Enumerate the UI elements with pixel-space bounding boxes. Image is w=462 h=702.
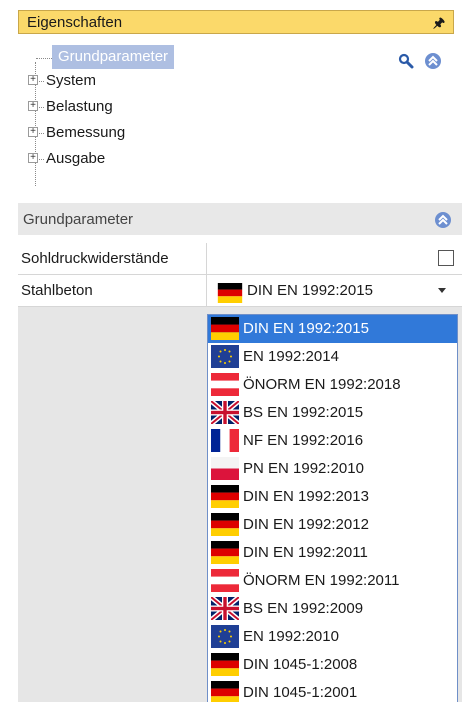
dropdown-option[interactable]: DIN EN 1992:2013: [208, 483, 457, 511]
flag-eu-icon: [211, 625, 239, 648]
property-row: Sohldruckwiderstände: [18, 243, 462, 275]
flag-germany-icon: [211, 653, 239, 676]
tree-item-label: Bemessung: [46, 124, 126, 141]
flag-uk-icon: [211, 597, 239, 620]
chevron-down-icon[interactable]: [438, 288, 446, 293]
dropdown-option[interactable]: DIN EN 1992:2011: [208, 539, 457, 567]
flag-austria-icon: [211, 373, 239, 396]
property-row: Stahlbeton DIN EN 1992:2015: [18, 275, 462, 307]
dropdown-option[interactable]: EN 1992:2010: [208, 623, 457, 651]
panel-title: Eigenschaften: [27, 14, 123, 31]
select-value: DIN EN 1992:2015: [247, 282, 373, 299]
expand-icon[interactable]: +: [28, 153, 38, 163]
flag-poland-icon: [211, 457, 239, 480]
dropdown-option[interactable]: BS EN 1992:2015: [208, 399, 457, 427]
stahlbeton-select[interactable]: DIN EN 1992:2015: [207, 275, 462, 306]
dropdown-option-label: BS EN 1992:2009: [243, 600, 364, 617]
section-title: Grundparameter: [23, 211, 134, 228]
tree-item-label: Ausgabe: [46, 150, 106, 167]
tree-item-label: Belastung: [46, 98, 113, 115]
expand-icon[interactable]: +: [28, 127, 38, 137]
property-label: Stahlbeton: [21, 282, 93, 299]
dropdown-option[interactable]: PN EN 1992:2010: [208, 455, 457, 483]
flag-eu-icon: [211, 345, 239, 368]
dropdown-option[interactable]: DIN EN 1992:2015: [208, 315, 457, 343]
expand-icon[interactable]: +: [28, 101, 38, 111]
dropdown-option[interactable]: ÖNORM EN 1992:2011: [208, 567, 457, 595]
flag-germany-icon: [211, 513, 239, 536]
flag-germany-icon: [211, 541, 239, 564]
dropdown-option-label: PN EN 1992:2010: [243, 460, 364, 477]
dropdown-option[interactable]: DIN EN 1992:2012: [208, 511, 457, 539]
flag-austria-icon: [211, 569, 239, 592]
flag-germany-icon: [211, 681, 239, 702]
dropdown-option-label: ÖNORM EN 1992:2018: [243, 376, 401, 393]
flag-germany-icon: [211, 317, 239, 340]
flag-france-icon: [211, 429, 239, 452]
dropdown-option-label: NF EN 1992:2016: [243, 432, 364, 449]
section-header-grundparameter[interactable]: Grundparameter: [18, 203, 462, 235]
dropdown-option-label: BS EN 1992:2015: [243, 404, 364, 421]
dropdown-option[interactable]: NF EN 1992:2016: [208, 427, 457, 455]
dropdown-option-label: EN 1992:2014: [243, 348, 339, 365]
dropdown-option-label: DIN EN 1992:2011: [243, 544, 368, 561]
dropdown-option-label: DIN EN 1992:2015: [243, 320, 369, 337]
dropdown-option[interactable]: ÖNORM EN 1992:2018: [208, 371, 457, 399]
collapse-up-icon[interactable]: [424, 52, 442, 70]
flag-germany-icon: [211, 485, 239, 508]
dropdown-option[interactable]: DIN 1045-1:2008: [208, 651, 457, 679]
flag-uk-icon: [211, 401, 239, 424]
dropdown-option-label: DIN EN 1992:2013: [243, 488, 369, 505]
properties-title-bar: Eigenschaften 🖈: [18, 10, 454, 34]
dropdown-option[interactable]: EN 1992:2014: [208, 343, 457, 371]
expand-icon[interactable]: +: [28, 75, 38, 85]
search-icon[interactable]: [398, 53, 414, 69]
dropdown-option[interactable]: DIN 1045-1:2001: [208, 679, 457, 702]
tree-item-label: System: [46, 72, 97, 89]
dropdown-option-label: DIN EN 1992:2012: [243, 516, 369, 533]
dropdown-option[interactable]: BS EN 1992:2009: [208, 595, 457, 623]
property-label: Sohldruckwiderstände: [21, 250, 169, 267]
tree-item-grundparameter[interactable]: Grundparameter: [52, 45, 175, 69]
property-grid: Sohldruckwiderstände Stahlbeton DIN EN 1…: [18, 243, 462, 307]
dropdown-option-label: DIN 1045-1:2008: [243, 656, 358, 673]
flag-germany-icon: [217, 283, 243, 303]
dropdown-option-label: DIN 1045-1:2001: [243, 684, 358, 701]
dropdown-option-label: ÖNORM EN 1992:2011: [243, 572, 400, 589]
dropdown-option-label: EN 1992:2010: [243, 628, 339, 645]
sohldruckwiderstaende-checkbox[interactable]: [438, 250, 454, 266]
stahlbeton-dropdown-list: DIN EN 1992:2015 EN 1992:2014 ÖNORM EN 199…: [207, 314, 458, 702]
collapse-up-icon[interactable]: [434, 211, 452, 229]
tree-toolbar: [392, 52, 442, 70]
pin-icon[interactable]: 🖈: [433, 14, 445, 36]
navigation-tree: Grundparameter + System + Belastung + Be…: [24, 42, 454, 192]
